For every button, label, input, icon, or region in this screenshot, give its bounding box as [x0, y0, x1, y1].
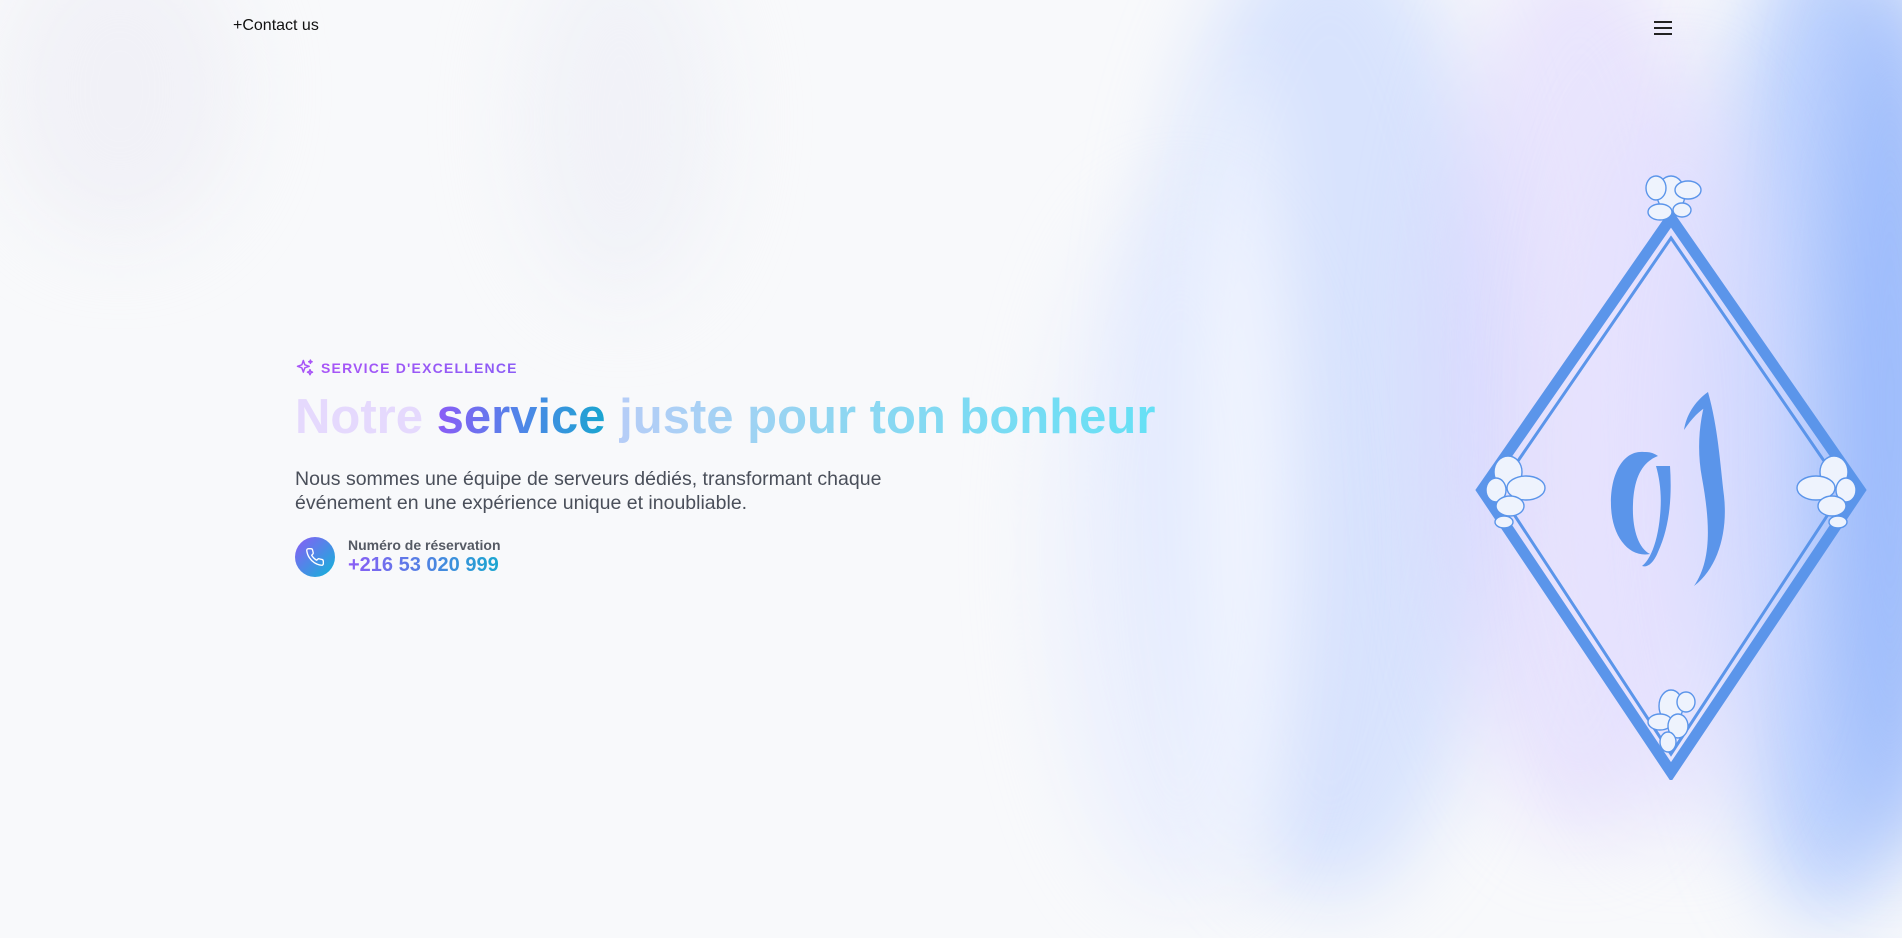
hamburger-menu-icon[interactable] — [1650, 17, 1676, 39]
reservation-label: Numéro de réservation — [348, 537, 501, 553]
sparkle-icon — [296, 359, 314, 376]
diamond-monogram-logo — [1475, 175, 1867, 780]
hero-headline: Notre service juste pour ton bonheur — [295, 387, 1195, 447]
headline-word-service: service — [436, 390, 606, 444]
headline-word-notre: Notre — [295, 390, 423, 444]
reservation-contact: Numéro de réservation +216 53 020 999 — [295, 537, 1195, 577]
phone-icon[interactable] — [295, 537, 335, 577]
hero-section: SERVICE D'EXCELLENCE Notre service juste… — [295, 355, 1195, 577]
reservation-phone-number[interactable]: +216 53 020 999 — [348, 554, 499, 577]
service-badge: SERVICE D'EXCELLENCE — [295, 355, 1195, 381]
headline-phrase: juste pour ton bonheur — [619, 390, 1156, 444]
badge-label: SERVICE D'EXCELLENCE — [321, 360, 518, 376]
contact-us-link[interactable]: +Contact us — [233, 17, 319, 35]
hero-description: Nous sommes une équipe de serveurs dédié… — [295, 468, 882, 514]
phone-text-block: Numéro de réservation +216 53 020 999 — [348, 537, 501, 577]
top-bar: +Contact us — [0, 0, 1902, 56]
